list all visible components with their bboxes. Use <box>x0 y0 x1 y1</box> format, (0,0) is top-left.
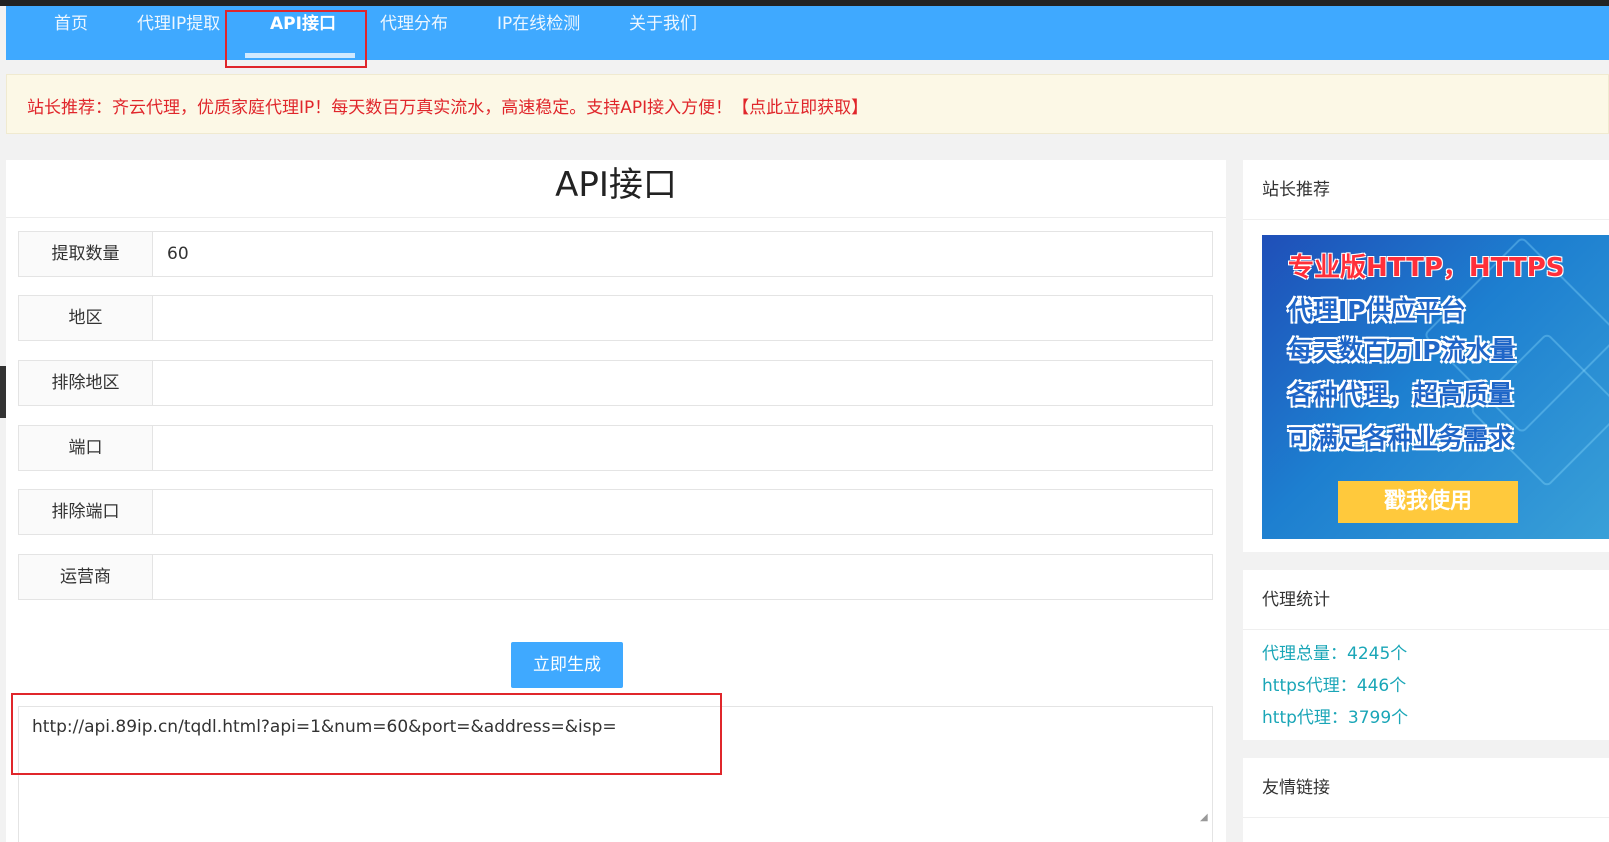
nav-highlight-box <box>225 10 367 68</box>
promo-banner[interactable]: 专业版HTTP，HTTPS 代理IP供应平台 每天数百万IP流水量 各种代理，超… <box>1262 235 1609 539</box>
recommend-title: 站长推荐 <box>1243 160 1609 220</box>
exclude-region-input[interactable] <box>153 361 1212 405</box>
region-input[interactable] <box>153 296 1212 340</box>
notice-text[interactable]: 站长推荐：齐云代理，优质家庭代理IP！每天数百万真实流水，高速稳定。支持API接… <box>27 93 868 118</box>
nav-item-proxy-extract[interactable]: 代理IP提取 <box>137 6 220 54</box>
field-label-isp: 运营商 <box>19 555 153 599</box>
sidebar-recommend-card: 站长推荐 专业版HTTP，HTTPS 代理IP供应平台 每天数百万IP流水量 各… <box>1243 160 1609 552</box>
notice-banner[interactable]: 站长推荐：齐云代理，优质家庭代理IP！每天数百万真实流水，高速稳定。支持API接… <box>6 74 1609 134</box>
generate-button[interactable]: 立即生成 <box>511 642 623 688</box>
field-row-region: 地区 <box>18 295 1213 341</box>
nav-item-ip-check[interactable]: IP在线检测 <box>497 6 580 54</box>
field-row-quantity: 提取数量 <box>18 231 1213 277</box>
banner-line-2: 代理IP供应平台 <box>1288 296 1466 325</box>
links-title: 友情链接 <box>1243 758 1609 818</box>
nav-item-home[interactable]: 首页 <box>54 6 88 54</box>
field-label-exclude-region: 排除地区 <box>19 361 153 405</box>
stat-http: http代理：3799个 <box>1262 708 1409 728</box>
banner-line-5: 可满足各种业务需求 <box>1288 424 1514 453</box>
banner-cta-button[interactable]: 戳我使用 <box>1338 481 1518 523</box>
isp-input[interactable] <box>153 555 1212 599</box>
port-input[interactable] <box>153 426 1212 470</box>
banner-line-4: 各种代理，超高质量 <box>1288 380 1514 409</box>
sidebar-stats-card: 代理统计 代理总量：4245个 https代理：446个 http代理：3799… <box>1243 570 1609 740</box>
exclude-port-input[interactable] <box>153 490 1212 534</box>
result-highlight-box <box>11 693 722 775</box>
nav-item-proxy-distribution[interactable]: 代理分布 <box>380 6 448 54</box>
field-row-port: 端口 <box>18 425 1213 471</box>
banner-line-1: 专业版HTTP，HTTPS <box>1288 253 1565 283</box>
nav-item-about[interactable]: 关于我们 <box>629 6 697 54</box>
field-label-region: 地区 <box>19 296 153 340</box>
page-title: API接口 <box>6 160 1226 218</box>
field-row-exclude-port: 排除端口 <box>18 489 1213 535</box>
field-row-exclude-region: 排除地区 <box>18 360 1213 406</box>
sidebar-links-card: 友情链接 <box>1243 758 1609 842</box>
banner-line-3: 每天数百万IP流水量 <box>1288 336 1516 365</box>
stat-total: 代理总量：4245个 <box>1262 644 1408 664</box>
field-label-exclude-port: 排除端口 <box>19 490 153 534</box>
field-label-quantity: 提取数量 <box>19 232 153 276</box>
stats-title: 代理统计 <box>1243 570 1609 630</box>
quantity-input[interactable] <box>153 232 1212 276</box>
resize-grip-icon[interactable]: ◢ <box>1200 812 1212 823</box>
field-row-isp: 运营商 <box>18 554 1213 600</box>
stat-https: https代理：446个 <box>1262 676 1407 696</box>
field-label-port: 端口 <box>19 426 153 470</box>
